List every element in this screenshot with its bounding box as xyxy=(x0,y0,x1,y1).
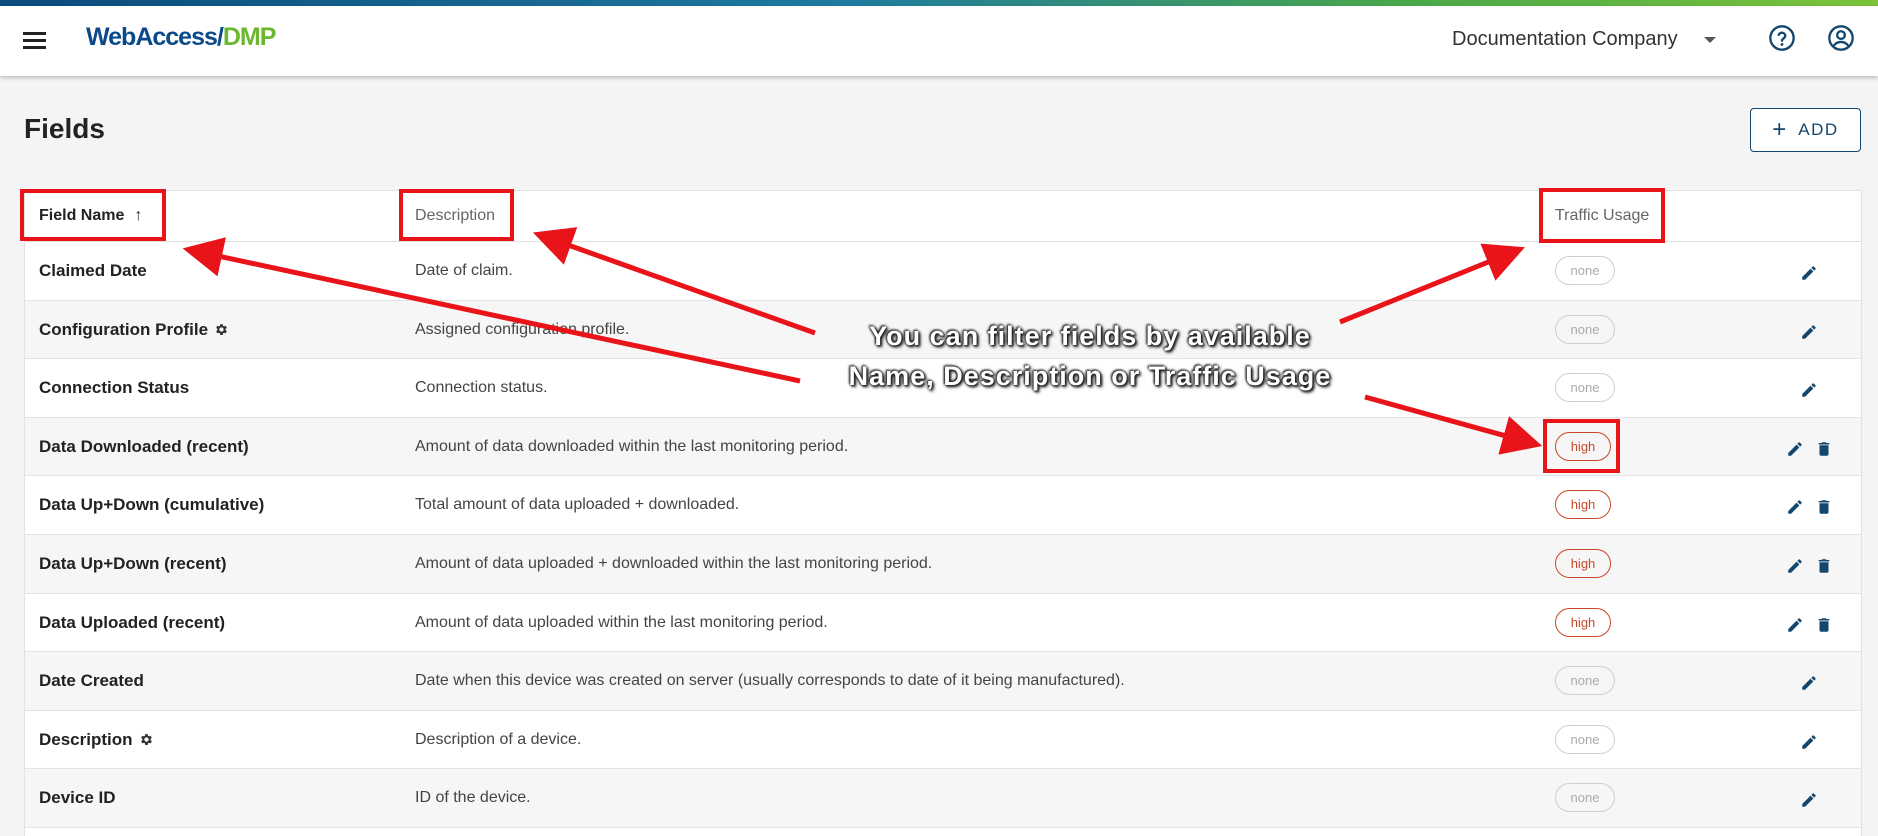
page-title: Fields xyxy=(24,113,105,144)
field-description: Date of claim. xyxy=(415,262,513,279)
fields-table: Field Name ↑ Description Traffic Usage Cl… xyxy=(24,190,1862,836)
gear-icon xyxy=(140,734,152,746)
field-description: Amount of data downloaded within the las… xyxy=(415,437,849,455)
table-row[interactable]: Date Created Date when this device was c… xyxy=(25,652,1861,711)
annotation-line-2: Name, Description or Traffic Usage xyxy=(848,361,1332,391)
edit-icon[interactable] xyxy=(1800,791,1818,809)
traffic-usage-badge: high xyxy=(1555,490,1611,520)
field-description: Date when this device was created on ser… xyxy=(415,672,1125,690)
help-icon[interactable] xyxy=(1768,24,1796,52)
field-name: Data Uploaded (recent) xyxy=(39,612,226,632)
field-description: Total amount of data uploaded + download… xyxy=(415,496,740,514)
traffic-usage-badge: high xyxy=(1555,607,1611,637)
field-name: Data Downloaded (recent) xyxy=(39,436,249,456)
field-name: Claimed Date xyxy=(39,261,147,280)
app-bar: WebAccess/DMP Documentation Company xyxy=(0,6,1878,76)
traffic-usage-badge: none xyxy=(1555,256,1615,285)
field-name: Data Up+Down (recent) xyxy=(39,553,227,573)
field-name: Description xyxy=(39,730,154,750)
company-name: Documentation Company xyxy=(1452,28,1678,50)
traffic-usage-badge: none xyxy=(1555,783,1615,813)
chevron-down-icon xyxy=(1703,36,1716,43)
field-name: Device ID xyxy=(39,788,116,808)
field-description: Description of a device. xyxy=(415,730,582,748)
edit-icon[interactable] xyxy=(1800,381,1818,399)
traffic-usage-badge: high xyxy=(1555,548,1611,578)
delete-icon[interactable] xyxy=(1815,557,1833,575)
field-name: Configuration Profile xyxy=(39,320,229,340)
plus-icon: + xyxy=(1772,116,1787,143)
field-description: Amount of data uploaded within the last … xyxy=(415,613,828,631)
table-header: Field Name ↑ Description Traffic Usage xyxy=(25,191,1861,242)
table-row[interactable]: Claimed Date Date of claim. none xyxy=(25,242,1861,301)
edit-icon[interactable] xyxy=(1786,616,1804,634)
annotation-line-1: You can filter fields by available xyxy=(869,321,1311,351)
edit-icon[interactable] xyxy=(1786,557,1804,575)
edit-icon[interactable] xyxy=(1800,264,1818,282)
delete-icon[interactable] xyxy=(1815,498,1833,516)
column-header-traffic-usage[interactable]: Traffic Usage xyxy=(1555,207,1649,225)
gear-icon xyxy=(216,324,227,336)
traffic-usage-badge: high xyxy=(1555,431,1611,461)
field-name: Connection Status xyxy=(39,378,190,398)
add-button-label: ADD xyxy=(1798,120,1839,139)
delete-icon[interactable] xyxy=(1815,440,1833,458)
traffic-usage-badge: none xyxy=(1555,373,1615,403)
annotation-callout: You can filter fields by available Name,… xyxy=(740,316,1440,396)
table-row[interactable]: Data Up+Down (recent) Amount of data upl… xyxy=(25,534,1861,594)
logo-text-part1: WebAccess/ xyxy=(86,23,224,51)
edit-icon[interactable] xyxy=(1800,733,1818,751)
field-description: Connection status. xyxy=(415,379,548,397)
field-name: Data Up+Down (cumulative) xyxy=(39,495,265,515)
table-row[interactable]: Data Downloaded (recent) Amount of data … xyxy=(25,417,1861,477)
field-description: Amount of data uploaded + downloaded wit… xyxy=(415,554,933,572)
table-row[interactable]: Data Uploaded (recent) Amount of data up… xyxy=(25,594,1861,653)
account-icon[interactable] xyxy=(1827,24,1855,52)
edit-icon[interactable] xyxy=(1786,498,1804,516)
table-row-partial xyxy=(25,828,1861,836)
column-header-field-name[interactable]: Field Name ↑ xyxy=(39,207,142,225)
traffic-usage-badge: none xyxy=(1555,666,1615,696)
field-description: ID of the device. xyxy=(415,789,531,807)
traffic-usage-badge: none xyxy=(1555,314,1615,344)
delete-icon[interactable] xyxy=(1815,616,1833,634)
company-selector[interactable]: Documentation Company xyxy=(1452,28,1716,51)
table-row[interactable]: Description Description of a device. non… xyxy=(25,711,1861,770)
traffic-usage-badge: none xyxy=(1555,724,1615,754)
edit-icon[interactable] xyxy=(1786,440,1804,458)
field-description: Assigned configuration profile. xyxy=(415,320,630,338)
menu-icon[interactable] xyxy=(22,27,48,53)
add-button[interactable]: + ADD xyxy=(1750,108,1861,152)
logo-text-part2: DMP xyxy=(222,23,277,51)
column-header-description[interactable]: Description xyxy=(415,207,495,225)
edit-icon[interactable] xyxy=(1800,323,1818,341)
edit-icon[interactable] xyxy=(1800,674,1818,692)
app-logo[interactable]: WebAccess/DMP xyxy=(86,23,277,52)
sort-ascending-icon: ↑ xyxy=(134,207,143,224)
field-name: Date Created xyxy=(39,671,144,691)
table-row[interactable]: Data Up+Down (cumulative) Total amount o… xyxy=(25,476,1861,535)
table-row[interactable]: Device ID ID of the device. none xyxy=(25,769,1861,828)
